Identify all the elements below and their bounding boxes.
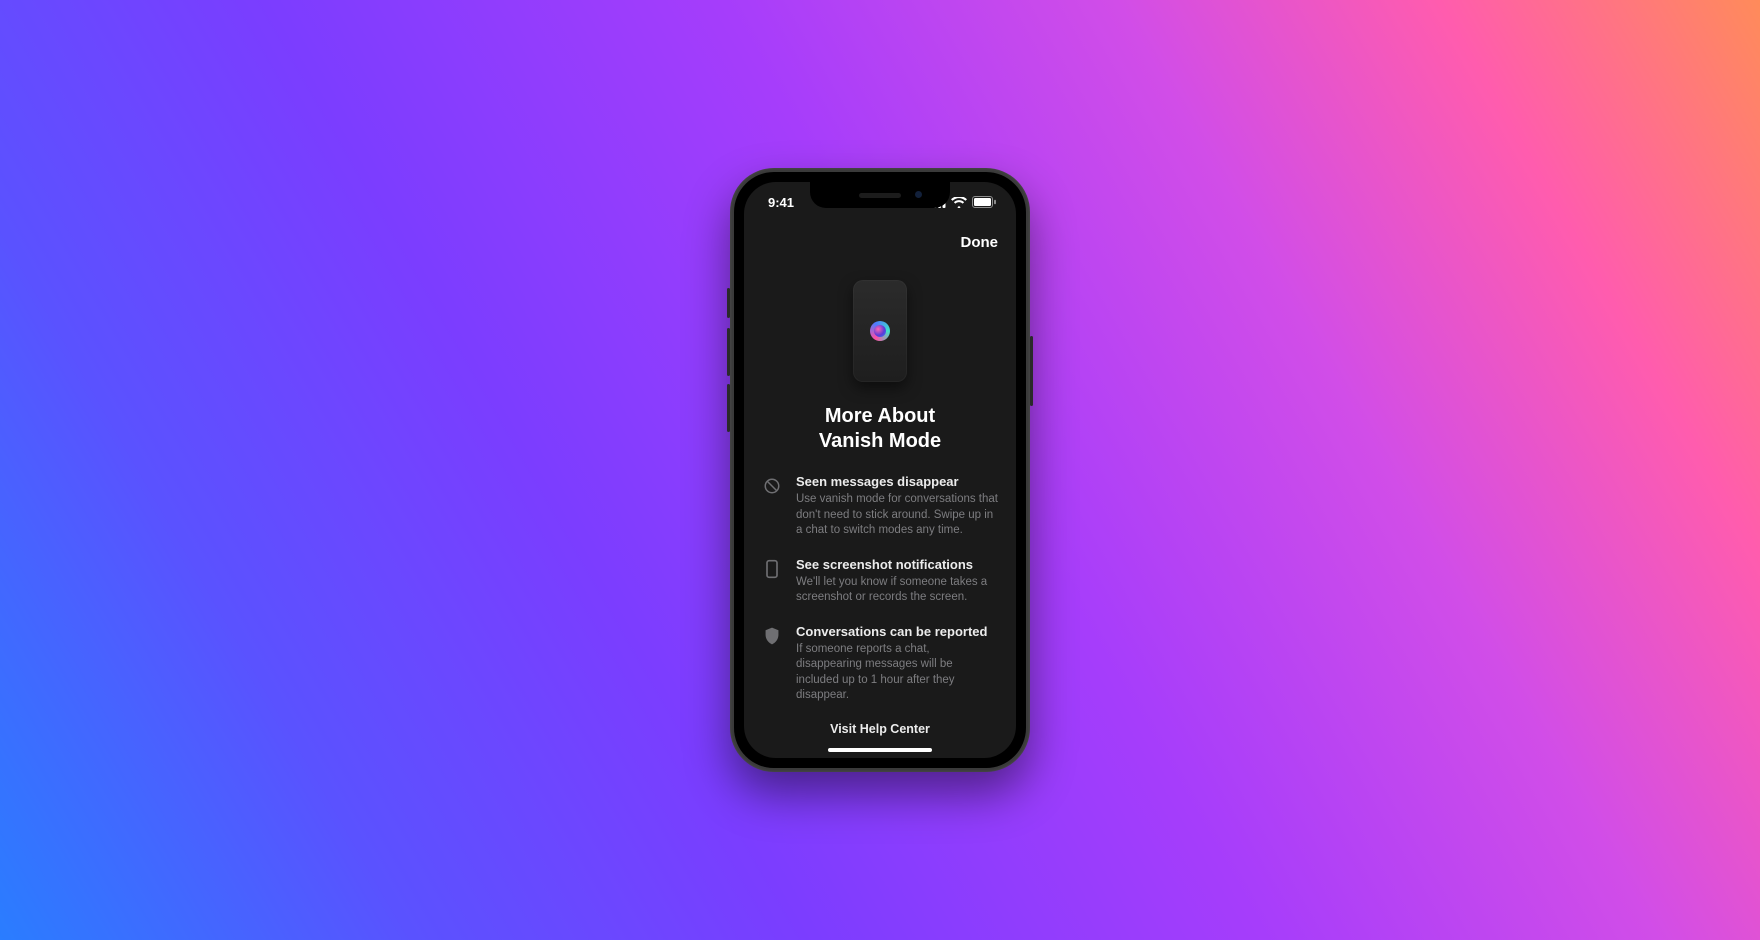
- feature-title: Seen messages disappear: [796, 474, 998, 489]
- page-content: More About Vanish Mode Seen messages dis…: [744, 262, 1016, 758]
- device-notch: [810, 182, 950, 208]
- wifi-icon: [951, 197, 967, 208]
- page-title: More About Vanish Mode: [790, 404, 970, 454]
- vanish-mode-hero-graphic: [853, 280, 907, 382]
- visit-help-center-link[interactable]: Visit Help Center: [762, 708, 998, 744]
- vanish-mode-orb-icon: [870, 321, 890, 341]
- feature-body: Use vanish mode for conversations that d…: [796, 492, 998, 539]
- speaker-grill: [859, 193, 901, 198]
- volume-up-button: [727, 328, 730, 376]
- feature-title: Conversations can be reported: [796, 624, 998, 639]
- phone-device-frame: 9:41 Done More About Vanish Mode: [730, 168, 1030, 772]
- shield-icon: [762, 626, 782, 646]
- done-button[interactable]: Done: [961, 234, 999, 251]
- feature-title: See screenshot notifications: [796, 557, 998, 572]
- no-entry-icon: [762, 476, 782, 496]
- nav-bar: Done: [744, 222, 1016, 262]
- power-button: [1030, 336, 1033, 406]
- phone-screen: 9:41 Done More About Vanish Mode: [744, 182, 1016, 758]
- front-camera: [915, 191, 922, 198]
- feature-list: Seen messages disappear Use vanish mode …: [762, 474, 998, 704]
- battery-icon: [972, 196, 996, 208]
- feature-body: We'll let you know if someone takes a sc…: [796, 575, 998, 606]
- phone-outline-icon: [762, 559, 782, 579]
- volume-down-button: [727, 384, 730, 432]
- feature-screenshot-notifications: See screenshot notifications We'll let y…: [762, 557, 998, 606]
- status-time: 9:41: [768, 195, 794, 210]
- feature-seen-messages: Seen messages disappear Use vanish mode …: [762, 474, 998, 539]
- home-indicator[interactable]: [828, 748, 932, 752]
- mute-switch: [727, 288, 730, 318]
- feature-body: If someone reports a chat, disappearing …: [796, 642, 998, 704]
- feature-report-conversations: Conversations can be reported If someone…: [762, 624, 998, 704]
